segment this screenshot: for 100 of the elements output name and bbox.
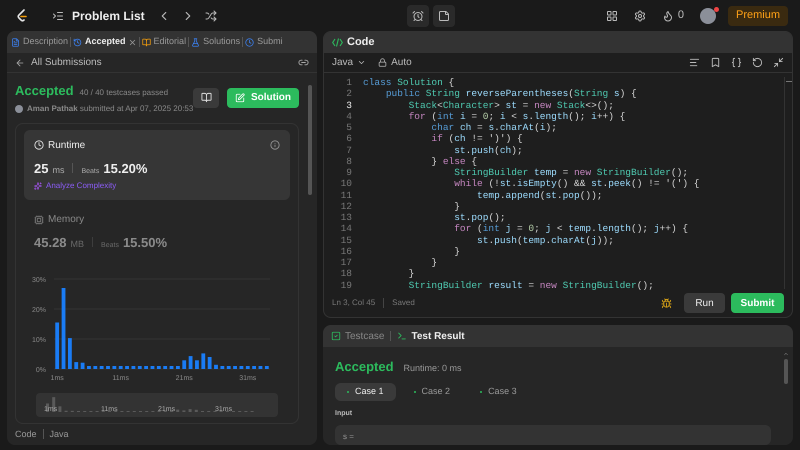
code-line: if (ch != ')') { xyxy=(430,133,524,144)
avatar[interactable] xyxy=(700,8,716,24)
case-tab[interactable]: Case 1 xyxy=(335,382,396,400)
panel-tab[interactable]: Solutions xyxy=(191,35,240,49)
list-icon[interactable] xyxy=(52,10,64,22)
chart-bar xyxy=(258,366,262,368)
chart-bar xyxy=(106,366,110,368)
chart-bar xyxy=(163,366,168,368)
chart-bar xyxy=(214,364,218,368)
chart-bar xyxy=(132,366,136,368)
book-button[interactable] xyxy=(193,88,219,108)
link-icon[interactable] xyxy=(298,57,309,68)
notes-button[interactable] xyxy=(433,4,456,26)
chart-bar xyxy=(93,366,98,368)
input-value-box: s = xyxy=(335,425,771,445)
chart-bar xyxy=(246,366,250,368)
edit-icon xyxy=(235,92,245,103)
line-number: 18 xyxy=(340,268,352,280)
panel-tab[interactable]: Submi xyxy=(245,35,283,49)
code-icon xyxy=(332,38,343,47)
language-dropdown[interactable]: Java xyxy=(332,55,366,70)
line-number: 2 xyxy=(346,88,352,100)
document-icon xyxy=(11,38,20,46)
saved-status: Saved xyxy=(392,297,415,309)
back-arrow-icon[interactable] xyxy=(15,58,25,68)
bookmark-icon[interactable] xyxy=(710,57,721,68)
panel-tab[interactable]: Testcase xyxy=(331,328,384,344)
sparkle-icon xyxy=(34,182,42,190)
panel-tab[interactable]: Description xyxy=(11,35,68,49)
chip-icon xyxy=(34,214,44,224)
line-number: 7 xyxy=(346,144,352,156)
line-number: 5 xyxy=(346,122,352,134)
submitted-text: Aman Pathak submitted at Apr 07, 2025 20:53 xyxy=(27,102,194,114)
flame-icon[interactable] xyxy=(662,10,674,22)
status-text: Accepted xyxy=(15,82,74,100)
panel-tab[interactable]: Accepted xyxy=(73,35,126,49)
analyze-complexity-link[interactable]: Analyze Complexity xyxy=(34,180,116,192)
line-number: 19 xyxy=(340,280,352,291)
metric-unit: MB xyxy=(70,238,84,251)
code-line: } else { xyxy=(430,156,478,167)
format-icon[interactable] xyxy=(689,57,700,68)
case-tab[interactable]: Case 3 xyxy=(468,382,529,400)
code-line: } xyxy=(453,246,461,257)
panel-tab[interactable]: Test Result xyxy=(397,328,465,344)
all-submissions-link[interactable]: All Submissions xyxy=(31,55,102,70)
line-number: 13 xyxy=(340,212,352,224)
code-line: StringBuilder result = new StringBuilder(); xyxy=(408,280,655,291)
chevron-down-icon xyxy=(357,58,366,67)
line-number: 14 xyxy=(340,223,352,234)
chart-bar xyxy=(195,360,199,368)
metric-value: 45.28 xyxy=(34,234,67,252)
problem-list-link[interactable]: Problem List xyxy=(72,6,145,24)
code-line: } xyxy=(430,257,438,268)
chart-bar xyxy=(226,366,231,368)
code-line: temp.append(st.pop()); xyxy=(476,190,604,201)
alarm-clock-icon xyxy=(412,10,424,22)
terminal-icon xyxy=(397,331,408,341)
flask-icon xyxy=(191,38,200,46)
bug-icon[interactable] xyxy=(661,298,672,308)
collapse-icon[interactable] xyxy=(773,57,784,68)
checkbox-icon xyxy=(331,331,341,341)
chart-bar xyxy=(138,366,142,368)
lock-icon xyxy=(378,58,388,67)
line-number: 3 xyxy=(346,100,352,111)
result-status: Accepted xyxy=(335,358,394,376)
beats-value: 15.50% xyxy=(122,234,168,252)
chart-bar xyxy=(208,356,212,368)
scroll-up-icon[interactable] xyxy=(783,351,789,357)
chart-bar xyxy=(74,362,78,368)
code-line: } xyxy=(453,200,461,212)
case-tab[interactable]: Case 2 xyxy=(402,382,462,400)
metric-title: Runtime xyxy=(48,138,86,152)
undo-icon[interactable] xyxy=(752,57,763,68)
settings-icon[interactable] xyxy=(634,10,646,22)
chart-bar xyxy=(80,362,84,368)
code-line: for (int j = 0; j < temp.length(); j++) { xyxy=(453,223,690,234)
book-icon xyxy=(142,38,151,46)
line-number: 9 xyxy=(346,167,352,178)
timer-button[interactable] xyxy=(407,4,430,26)
chart-bar xyxy=(264,366,269,368)
clock-icon xyxy=(34,140,44,150)
mode-label: Auto xyxy=(391,56,412,70)
metric-unit: ms xyxy=(52,164,64,176)
close-icon[interactable] xyxy=(128,38,137,46)
premium-button[interactable]: Premium xyxy=(728,6,788,26)
logo-icon[interactable] xyxy=(16,8,28,22)
panel-tab[interactable]: Editorial xyxy=(142,35,186,49)
shuffle-icon[interactable] xyxy=(204,10,217,22)
code-line: st.pop(); xyxy=(453,212,507,224)
run-button[interactable]: Run xyxy=(684,293,725,313)
cursor-position: Ln 3, Col 45 xyxy=(332,297,376,309)
grid-icon[interactable] xyxy=(606,10,618,22)
code-label: Code xyxy=(15,428,37,440)
chart-bar xyxy=(68,338,72,368)
info-icon[interactable] xyxy=(270,140,280,150)
chart-bar xyxy=(176,366,180,368)
metric-title: Memory xyxy=(48,213,84,227)
code-line: public String reverseParentheses(String s) { xyxy=(384,88,638,100)
history-icon xyxy=(73,38,82,46)
braces-icon[interactable] xyxy=(731,57,742,68)
